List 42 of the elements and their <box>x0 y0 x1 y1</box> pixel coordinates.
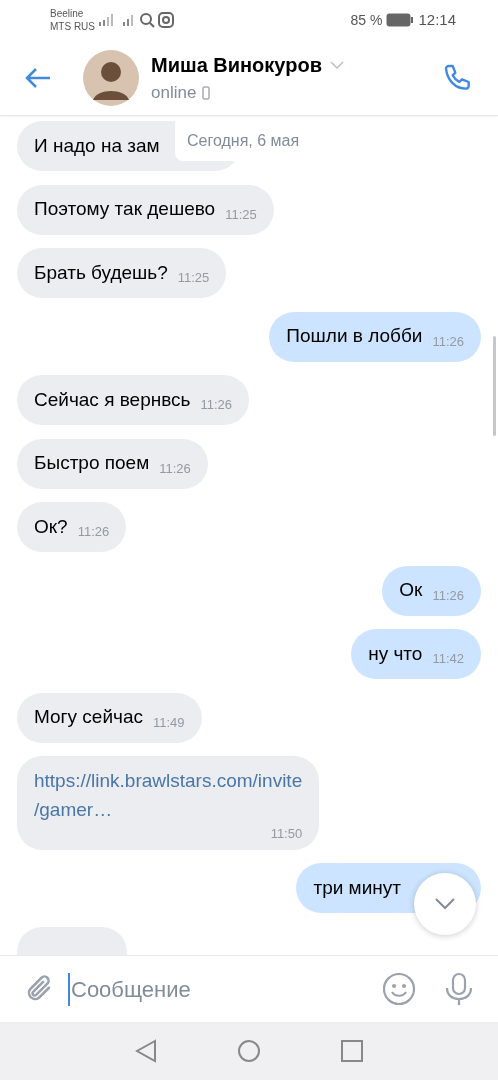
home-nav-icon[interactable] <box>237 1039 261 1063</box>
back-icon[interactable] <box>24 65 52 90</box>
message-text: Поэтому так дешево <box>34 197 216 222</box>
message-time: 11:26 <box>77 523 110 542</box>
message-time: 11:26 <box>159 459 191 478</box>
message-time: 11:26 <box>432 332 464 351</box>
message-text: Ок? <box>34 514 68 539</box>
chevron-down-icon[interactable] <box>329 60 344 69</box>
avatar[interactable] <box>83 49 139 106</box>
message-text: Быстро поем <box>34 451 150 476</box>
chevron-down-icon <box>435 898 455 910</box>
message-time: 11:26 <box>432 586 464 605</box>
clock: 12:14 <box>418 9 456 30</box>
message-text: Сейчас я вернвсь <box>34 387 191 412</box>
message-text: Ок <box>399 578 423 603</box>
message-text: ну что <box>368 641 423 666</box>
message-link[interactable]: https://link.brawlstars.com/invite /gamer… <box>34 766 303 824</box>
message-text: Пошли в лобби <box>286 324 423 349</box>
battery-icon <box>386 13 415 27</box>
battery-percent: 85 % <box>350 10 383 30</box>
message-time: 11:50 <box>270 825 303 843</box>
carrier-name: Beeline <box>50 7 85 20</box>
search-icon <box>139 12 155 28</box>
message-text: Брать будешь? <box>34 260 168 285</box>
message-text: И надо на зам <box>34 133 160 158</box>
contact-name: Миша Винокуров <box>151 52 322 78</box>
message-input[interactable]: Сообщение <box>68 972 368 1006</box>
message-time: 11:25 <box>177 269 210 288</box>
online-status: online <box>151 81 197 104</box>
carrier-name: MTS RUS <box>50 20 95 33</box>
emoji-icon[interactable] <box>382 972 416 1006</box>
camera-icon <box>158 12 174 28</box>
message-time: 11:42 <box>432 650 464 669</box>
recents-nav-icon[interactable] <box>341 1040 363 1062</box>
microphone-icon[interactable] <box>444 972 474 1006</box>
message-time: 11:26 <box>200 396 233 415</box>
message-text: Могу сейчас <box>34 705 143 730</box>
message-time: 11:49 <box>152 713 185 732</box>
back-nav-icon[interactable] <box>135 1039 157 1063</box>
message-time: 11:25 <box>225 205 257 224</box>
phone-icon <box>202 85 211 100</box>
message-text: три минут <box>313 875 401 900</box>
